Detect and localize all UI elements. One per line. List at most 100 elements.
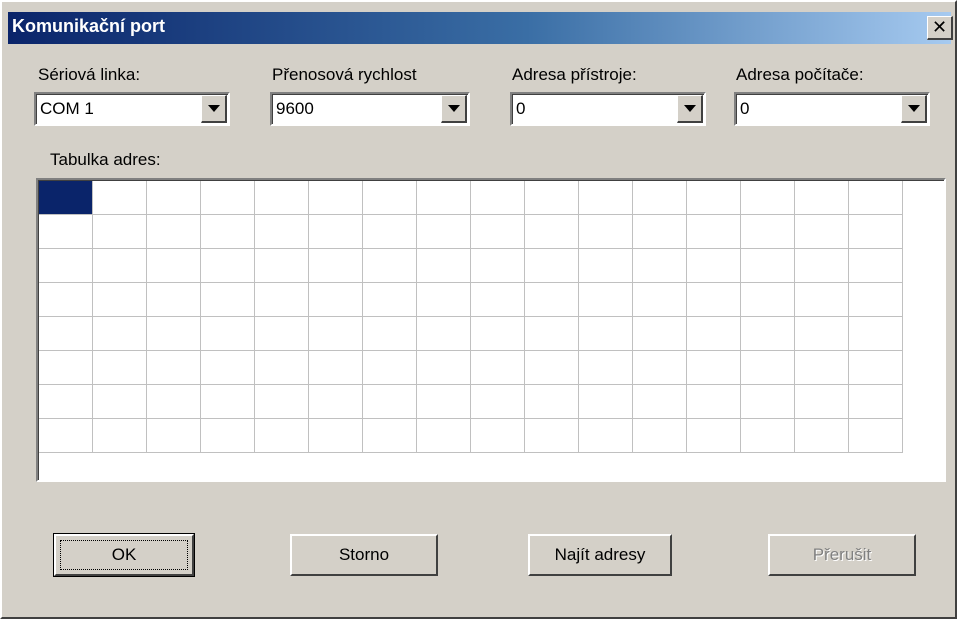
table-cell[interactable] [417, 181, 471, 215]
table-cell[interactable] [309, 419, 363, 453]
ok-button[interactable]: OK [53, 533, 195, 577]
table-cell[interactable] [417, 283, 471, 317]
table-cell[interactable] [741, 385, 795, 419]
table-cell[interactable] [147, 419, 201, 453]
table-cell[interactable] [255, 385, 309, 419]
computer-address-select[interactable]: 0 [734, 92, 930, 126]
table-cell[interactable] [471, 385, 525, 419]
table-cell[interactable] [309, 317, 363, 351]
find-addresses-button[interactable]: Najít adresy [528, 534, 672, 576]
table-cell[interactable] [849, 215, 903, 249]
table-cell[interactable] [363, 283, 417, 317]
baud-rate-select[interactable]: 9600 [270, 92, 470, 126]
table-cell[interactable] [309, 181, 363, 215]
table-cell[interactable] [741, 283, 795, 317]
table-cell[interactable] [93, 215, 147, 249]
cancel-button[interactable]: Storno [290, 534, 438, 576]
table-cell[interactable] [849, 385, 903, 419]
table-cell[interactable] [741, 317, 795, 351]
table-cell[interactable] [741, 351, 795, 385]
table-cell[interactable] [363, 385, 417, 419]
table-cell[interactable] [741, 249, 795, 283]
table-cell[interactable] [39, 385, 93, 419]
table-cell[interactable] [147, 181, 201, 215]
table-cell[interactable] [39, 317, 93, 351]
table-cell[interactable] [525, 181, 579, 215]
table-cell[interactable] [795, 249, 849, 283]
table-cell[interactable] [363, 249, 417, 283]
table-cell[interactable] [471, 419, 525, 453]
table-cell[interactable] [471, 283, 525, 317]
table-cell[interactable] [417, 385, 471, 419]
table-cell[interactable] [687, 283, 741, 317]
table-cell[interactable] [795, 351, 849, 385]
table-cell[interactable] [795, 283, 849, 317]
table-cell[interactable] [255, 351, 309, 385]
table-cell[interactable] [255, 317, 309, 351]
table-cell[interactable] [525, 249, 579, 283]
table-cell[interactable] [417, 317, 471, 351]
table-cell[interactable] [741, 215, 795, 249]
table-cell[interactable] [201, 215, 255, 249]
table-cell[interactable] [849, 419, 903, 453]
serial-line-select[interactable]: COM 1 [34, 92, 230, 126]
table-cell[interactable] [147, 215, 201, 249]
table-cell[interactable] [633, 351, 687, 385]
table-cell[interactable] [687, 351, 741, 385]
table-cell[interactable] [147, 351, 201, 385]
table-cell[interactable] [687, 249, 741, 283]
table-cell[interactable] [201, 249, 255, 283]
table-cell[interactable] [417, 249, 471, 283]
table-cell[interactable] [93, 283, 147, 317]
table-cell[interactable] [39, 181, 93, 215]
close-button[interactable]: ✕ [927, 16, 953, 40]
table-cell[interactable] [687, 181, 741, 215]
table-cell[interactable] [255, 215, 309, 249]
table-cell[interactable] [579, 385, 633, 419]
table-cell[interactable] [201, 181, 255, 215]
table-cell[interactable] [93, 419, 147, 453]
table-cell[interactable] [525, 351, 579, 385]
device-address-select[interactable]: 0 [510, 92, 706, 126]
table-cell[interactable] [39, 351, 93, 385]
table-cell[interactable] [795, 215, 849, 249]
table-cell[interactable] [201, 419, 255, 453]
table-cell[interactable] [93, 249, 147, 283]
table-cell[interactable] [795, 419, 849, 453]
table-cell[interactable] [579, 283, 633, 317]
table-cell[interactable] [741, 181, 795, 215]
table-cell[interactable] [633, 283, 687, 317]
table-cell[interactable] [525, 215, 579, 249]
table-cell[interactable] [255, 249, 309, 283]
table-cell[interactable] [633, 385, 687, 419]
table-cell[interactable] [39, 283, 93, 317]
table-cell[interactable] [363, 419, 417, 453]
serial-line-dropdown-button[interactable] [201, 95, 227, 123]
table-cell[interactable] [633, 215, 687, 249]
table-cell[interactable] [579, 215, 633, 249]
table-cell[interactable] [471, 181, 525, 215]
table-cell[interactable] [201, 317, 255, 351]
table-cell[interactable] [633, 317, 687, 351]
title-bar[interactable]: Komunikační port ✕ [8, 12, 953, 44]
table-cell[interactable] [795, 317, 849, 351]
table-cell[interactable] [579, 249, 633, 283]
table-cell[interactable] [579, 419, 633, 453]
table-cell[interactable] [741, 419, 795, 453]
table-cell[interactable] [39, 419, 93, 453]
table-cell[interactable] [471, 215, 525, 249]
table-cell[interactable] [309, 283, 363, 317]
table-cell[interactable] [363, 351, 417, 385]
table-cell[interactable] [255, 283, 309, 317]
table-cell[interactable] [309, 385, 363, 419]
table-cell[interactable] [633, 419, 687, 453]
table-cell[interactable] [93, 385, 147, 419]
table-cell[interactable] [147, 283, 201, 317]
table-cell[interactable] [471, 249, 525, 283]
table-cell[interactable] [687, 215, 741, 249]
table-cell[interactable] [255, 419, 309, 453]
table-cell[interactable] [849, 283, 903, 317]
table-cell[interactable] [849, 317, 903, 351]
baud-rate-dropdown-button[interactable] [441, 95, 467, 123]
table-cell[interactable] [309, 249, 363, 283]
